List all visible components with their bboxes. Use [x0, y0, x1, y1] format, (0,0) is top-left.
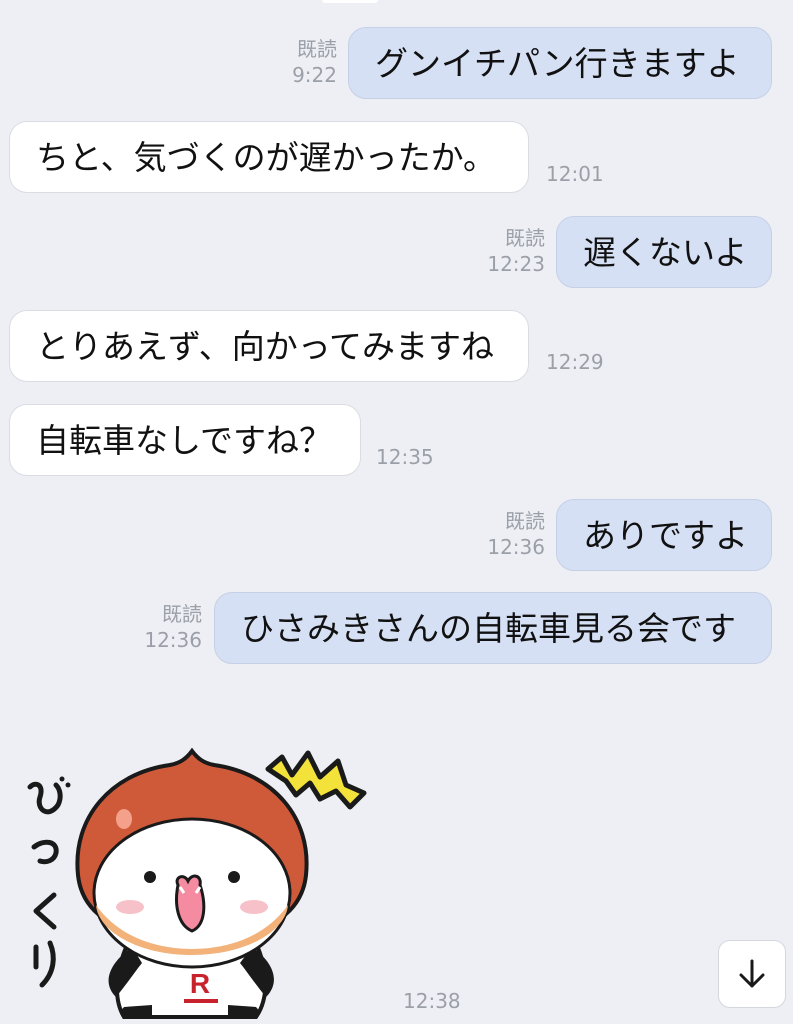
message-meta: 既読 12:23: [487, 225, 545, 277]
message-time: 12:36: [487, 535, 545, 559]
message-meta: 既読 12:36: [144, 601, 202, 653]
message-meta: 12:38: [403, 988, 461, 1014]
message-time: 9:22: [292, 63, 337, 87]
message-time: 12:38: [403, 989, 461, 1013]
incoming-message-bubble[interactable]: ちと、気づくのが遅かったか。: [9, 121, 529, 193]
message-meta: 12:35: [376, 444, 434, 470]
read-receipt: 既読: [162, 602, 202, 626]
message-time: 12:29: [546, 350, 604, 374]
message-time: 12:23: [487, 252, 545, 276]
outgoing-message-bubble[interactable]: 遅くないよ: [556, 216, 772, 288]
incoming-message-bubble[interactable]: とりあえず、向かってみますね: [9, 310, 529, 382]
outgoing-message-bubble[interactable]: ありですよ: [556, 499, 772, 571]
read-receipt: 既読: [505, 226, 545, 250]
sticker-badge: R: [190, 968, 210, 999]
message-time: 12:01: [546, 162, 604, 186]
message-meta: 12:29: [546, 349, 604, 375]
read-receipt: 既読: [297, 37, 337, 61]
message-meta: 既読 12:36: [487, 508, 545, 560]
message-meta: 12:01: [546, 161, 604, 187]
read-receipt: 既読: [505, 509, 545, 533]
message-time: 12:35: [376, 445, 434, 469]
sticker-caption-lettering: [27, 776, 71, 988]
arrow-down-icon: [739, 959, 765, 988]
previous-message-edge: [322, 0, 378, 3]
message-time: 12:36: [144, 628, 202, 652]
outgoing-message-bubble[interactable]: ひさみきさんの自転車見る会です: [214, 592, 772, 664]
scroll-to-bottom-button[interactable]: [718, 940, 786, 1008]
message-meta: 既読 9:22: [292, 36, 337, 88]
surprised-chestnut-sticker[interactable]: R: [20, 735, 370, 1020]
incoming-message-bubble[interactable]: 自転車なしですね？: [9, 404, 361, 476]
outgoing-message-bubble[interactable]: グンイチパン行きますよ: [348, 27, 772, 99]
